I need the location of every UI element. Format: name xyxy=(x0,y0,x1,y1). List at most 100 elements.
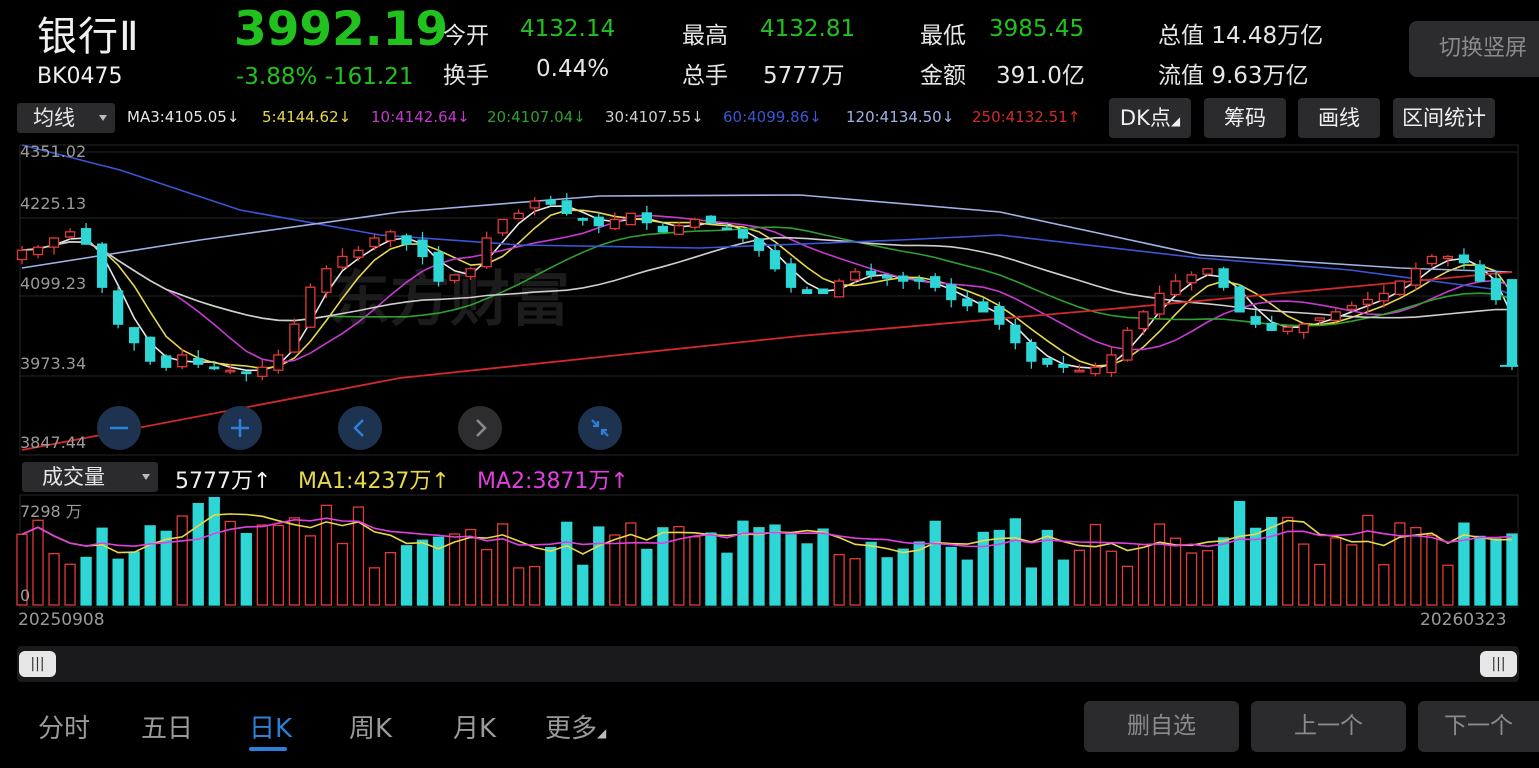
plus-icon xyxy=(231,419,249,437)
candle-body xyxy=(1442,255,1454,260)
volume-bar xyxy=(1266,517,1278,606)
candle-body xyxy=(641,212,652,224)
volume-bar xyxy=(913,541,925,606)
volume-bar xyxy=(400,545,413,606)
next-button[interactable]: 下一个 xyxy=(1418,701,1539,752)
volume-bar xyxy=(384,551,397,606)
tab-more[interactable]: 更多◢ xyxy=(545,708,606,745)
candle-body xyxy=(433,251,444,282)
candle-body xyxy=(48,237,60,248)
volume-bar xyxy=(577,564,589,606)
candle-body xyxy=(385,231,396,242)
candle-body xyxy=(465,268,476,278)
volume-bar xyxy=(753,527,765,606)
candle-body xyxy=(689,218,701,228)
tab-weekly-k[interactable]: 周K xyxy=(349,708,392,745)
volume-bar xyxy=(593,526,605,606)
reset-zoom-button[interactable] xyxy=(578,406,622,450)
volume-bar xyxy=(1410,526,1422,606)
candle-body xyxy=(785,263,797,288)
candle-body xyxy=(1042,357,1053,365)
candle-body xyxy=(1106,354,1117,374)
candle-body xyxy=(1154,292,1165,315)
candle-body xyxy=(1250,316,1261,325)
volume-bar xyxy=(448,533,461,606)
candle-body xyxy=(1026,341,1037,362)
candle-body xyxy=(1506,279,1518,367)
candle-body xyxy=(865,270,877,276)
candle-body xyxy=(225,369,236,373)
volume-bar xyxy=(1346,544,1358,606)
range-handle-right[interactable]: ||| xyxy=(1480,651,1517,677)
zoom-out-button[interactable] xyxy=(97,406,141,450)
candle-body xyxy=(289,323,300,353)
volume-ma2: MA2:3871万↑ xyxy=(477,469,629,494)
y-tick-label: 3973.34 xyxy=(20,354,86,373)
volume-bar xyxy=(1298,543,1310,606)
volume-bar xyxy=(977,531,989,606)
volume-bar xyxy=(1073,549,1086,606)
volume-current: 5777万↑ xyxy=(175,469,272,494)
chevron-left-icon xyxy=(353,419,364,437)
tab-monthly-k[interactable]: 月K xyxy=(453,708,496,745)
volume-bar xyxy=(1153,523,1166,606)
volume-bar xyxy=(1330,537,1342,606)
ma120-line xyxy=(21,194,1513,273)
candle-body xyxy=(1234,286,1245,313)
volume-bar xyxy=(817,528,829,606)
previous-button[interactable]: 上一个 xyxy=(1251,701,1406,752)
volume-bar xyxy=(176,515,188,606)
candle-body xyxy=(32,246,44,256)
candle-body xyxy=(64,231,76,238)
range-scrollbar[interactable] xyxy=(17,646,1519,682)
candle-body xyxy=(994,305,1005,325)
candle-body xyxy=(497,218,508,234)
candle-body xyxy=(16,249,28,261)
candle-body xyxy=(978,301,989,313)
candle-body xyxy=(737,229,749,239)
scroll-right-button[interactable] xyxy=(458,406,502,450)
candle-body xyxy=(353,249,364,258)
candle-body xyxy=(129,327,140,344)
candle-body xyxy=(673,225,685,235)
candle-body xyxy=(1170,280,1181,296)
scroll-left-button[interactable] xyxy=(338,406,382,450)
volume-bar xyxy=(1442,564,1454,606)
volume-bar xyxy=(1041,529,1054,606)
date-end: 20260323 xyxy=(1420,610,1507,630)
volume-bar xyxy=(1009,518,1021,606)
tab-daily-k[interactable]: 日K xyxy=(249,708,292,751)
volume-bar xyxy=(833,554,845,606)
candle-body xyxy=(112,290,124,325)
candle-body xyxy=(1090,366,1101,375)
volume-bar xyxy=(1201,550,1214,606)
candle-body xyxy=(96,243,108,288)
candle-body xyxy=(898,275,909,282)
volume-max-label: 7298 万 xyxy=(20,502,82,521)
volume-bar xyxy=(513,567,525,606)
candle-body xyxy=(769,250,781,270)
candle-body xyxy=(753,238,765,251)
volume-bar xyxy=(993,529,1005,606)
zoom-in-button[interactable] xyxy=(218,406,262,450)
volume-bar xyxy=(801,543,813,606)
volume-bar xyxy=(480,548,493,606)
candle-body xyxy=(449,274,460,282)
volume-bar xyxy=(945,546,957,606)
tab-intraday[interactable]: 分时 xyxy=(38,708,90,745)
candle-body xyxy=(1362,298,1373,305)
tab-five-day[interactable]: 五日 xyxy=(141,708,193,745)
candle-body xyxy=(625,212,636,226)
volume-bar xyxy=(1378,564,1390,606)
volume-bar xyxy=(368,567,381,606)
remove-watchlist-button[interactable]: 删自选 xyxy=(1084,701,1239,752)
chevron-right-icon xyxy=(476,419,487,437)
volume-bar xyxy=(529,565,541,606)
volume-bar xyxy=(1362,514,1374,606)
volume-indicator-selector[interactable]: 成交量 xyxy=(22,462,158,492)
volume-bar xyxy=(865,541,877,606)
volume-bar xyxy=(1217,537,1230,606)
range-handle-left[interactable]: ||| xyxy=(19,651,56,677)
volume-bar xyxy=(1426,534,1438,606)
candle-body xyxy=(513,212,524,220)
